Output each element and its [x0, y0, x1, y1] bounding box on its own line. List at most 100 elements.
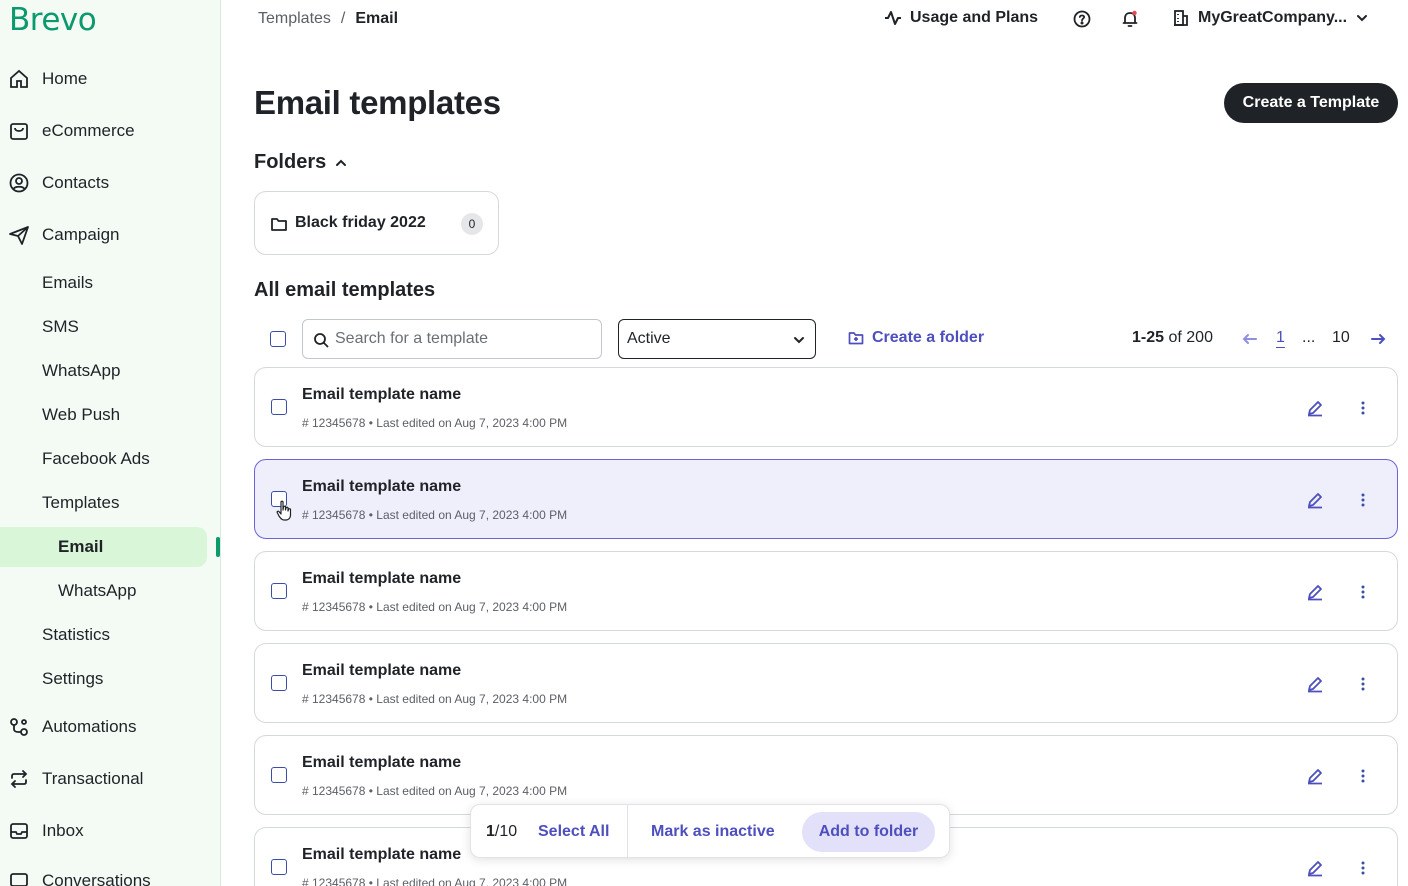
- pencil-icon[interactable]: [1306, 859, 1324, 877]
- sidebar-item-label: WhatsApp: [42, 361, 121, 380]
- status-filter-select[interactable]: Active: [618, 319, 816, 359]
- pencil-icon[interactable]: [1306, 767, 1324, 785]
- folder-card[interactable]: Black friday 2022 0: [254, 191, 499, 255]
- usage-label: Usage and Plans: [910, 9, 1039, 26]
- row-checkbox[interactable]: [271, 859, 287, 875]
- chevron-down-icon: [794, 337, 804, 344]
- more-vertical-icon[interactable]: [1354, 399, 1372, 417]
- pencil-icon[interactable]: [1306, 399, 1324, 417]
- row-checkbox[interactable]: [271, 675, 287, 691]
- sidebar-item-label: Contacts: [42, 173, 110, 192]
- arrow-right-icon[interactable]: [1370, 331, 1386, 347]
- more-vertical-icon[interactable]: [1354, 675, 1372, 693]
- inbox-icon: [10, 823, 28, 839]
- pencil-icon[interactable]: [1306, 491, 1324, 509]
- sidebar-item-label: eCommerce: [42, 121, 135, 140]
- sidebar-item-emails[interactable]: Emails: [0, 263, 220, 303]
- sidebar-item-web-push[interactable]: Web Push: [0, 395, 220, 435]
- sidebar-item-contacts[interactable]: Contacts: [0, 163, 220, 203]
- row-checkbox[interactable]: [271, 583, 287, 599]
- page-title: Email templates: [254, 84, 501, 121]
- hand-cursor-icon: [276, 500, 292, 521]
- sidebar-item-settings[interactable]: Settings: [0, 659, 220, 699]
- template-name: Email template name: [302, 846, 462, 863]
- template-row[interactable]: Email template name # 12345678 • Last ed…: [254, 551, 1398, 631]
- selected-count: 1: [486, 823, 495, 840]
- folder-count-badge: 0: [461, 213, 483, 235]
- row-checkbox[interactable]: [271, 399, 287, 415]
- template-name: Email template name: [302, 570, 462, 587]
- more-vertical-icon[interactable]: [1354, 491, 1372, 509]
- pagination-total: of 200: [1168, 329, 1213, 346]
- chevron-down-icon: [1357, 15, 1368, 22]
- template-row[interactable]: Email template name # 12345678 • Last ed…: [254, 459, 1398, 539]
- folder-icon: [271, 218, 287, 231]
- sidebar-item-label: Inbox: [42, 821, 84, 840]
- folders-heading: Folders: [254, 151, 327, 173]
- sidebar-item-ecommerce[interactable]: eCommerce: [0, 111, 220, 151]
- paper-plane-icon: [9, 226, 29, 245]
- pencil-icon[interactable]: [1306, 583, 1324, 601]
- more-vertical-icon[interactable]: [1354, 583, 1372, 601]
- sidebar-item-templates-email[interactable]: Email: [0, 527, 207, 567]
- sidebar-item-label: Statistics: [42, 625, 111, 644]
- add-to-folder-button[interactable]: Add to folder: [802, 812, 935, 852]
- divider: [627, 805, 628, 859]
- sidebar-item-templates[interactable]: Templates: [0, 483, 220, 523]
- sidebar-item-statistics[interactable]: Statistics: [0, 615, 220, 655]
- row-checkbox[interactable]: [271, 767, 287, 783]
- pencil-icon[interactable]: [1306, 675, 1324, 693]
- usage-and-plans-button[interactable]: Usage and Plans: [884, 9, 1038, 27]
- page-1-link[interactable]: 1: [1276, 329, 1285, 347]
- template-row[interactable]: Email template name # 12345678 • Last ed…: [254, 367, 1398, 447]
- chat-icon: [10, 873, 28, 886]
- sidebar-item-label: WhatsApp: [58, 581, 137, 600]
- company-switcher[interactable]: MyGreatCompany...: [1172, 9, 1369, 27]
- search-icon: [314, 333, 329, 348]
- pagination-summary: 1-25 of 200: [1132, 329, 1213, 347]
- sidebar-item-conversations[interactable]: Conversations: [0, 861, 220, 886]
- sidebar-item-facebook-ads[interactable]: Facebook Ads: [0, 439, 220, 479]
- folders-toggle[interactable]: Folders: [254, 151, 348, 174]
- repeat-icon: [10, 770, 28, 788]
- mark-inactive-button[interactable]: Mark as inactive: [651, 823, 775, 841]
- folder-plus-icon: [848, 332, 864, 345]
- create-template-button[interactable]: Create a Template: [1224, 83, 1398, 123]
- search-input[interactable]: [335, 330, 585, 348]
- sidebar-item-inbox[interactable]: Inbox: [0, 811, 220, 851]
- bell-icon[interactable]: [1119, 8, 1141, 30]
- more-vertical-icon[interactable]: [1354, 767, 1372, 785]
- create-folder-link[interactable]: Create a folder: [848, 329, 984, 347]
- brevo-logo[interactable]: Brevo: [9, 2, 97, 38]
- sidebar-item-sms[interactable]: SMS: [0, 307, 220, 347]
- sidebar-item-label: Home: [42, 69, 88, 88]
- sidebar-item-whatsapp[interactable]: WhatsApp: [0, 351, 220, 391]
- page-last-link[interactable]: 10: [1332, 329, 1350, 347]
- arrow-left-icon[interactable]: [1242, 331, 1258, 347]
- sidebar-item-label: Campaign: [42, 225, 120, 244]
- sidebar-item-label: Facebook Ads: [42, 449, 150, 468]
- template-row[interactable]: Email template name # 12345678 • Last ed…: [254, 643, 1398, 723]
- breadcrumb: Templates / Email: [258, 10, 398, 28]
- select-all-checkbox[interactable]: [270, 331, 286, 347]
- search-field: [302, 319, 602, 359]
- automation-icon: [10, 718, 28, 736]
- selection-count: 1/10: [486, 823, 517, 841]
- sidebar-item-templates-whatsapp[interactable]: WhatsApp: [0, 571, 220, 611]
- sidebar-item-campaign[interactable]: Campaign: [0, 215, 220, 255]
- breadcrumb-templates[interactable]: Templates: [258, 10, 331, 28]
- help-icon[interactable]: [1071, 8, 1093, 30]
- activity-icon: [885, 11, 901, 25]
- more-vertical-icon[interactable]: [1354, 859, 1372, 877]
- template-name: Email template name: [302, 754, 462, 771]
- template-row[interactable]: Email template name # 12345678 • Last ed…: [254, 735, 1398, 815]
- sidebar-item-transactional[interactable]: Transactional: [0, 759, 220, 799]
- sidebar-item-label: Emails: [42, 273, 94, 292]
- pagination-range: 1-25: [1132, 329, 1165, 346]
- select-all-button[interactable]: Select All: [538, 823, 609, 841]
- folder-name: Black friday 2022: [295, 214, 426, 231]
- sidebar-item-label: Settings: [42, 669, 104, 688]
- sidebar-item-automations[interactable]: Automations: [0, 707, 220, 747]
- sidebar-item-label: Automations: [42, 717, 137, 736]
- sidebar-item-home[interactable]: Home: [0, 59, 220, 99]
